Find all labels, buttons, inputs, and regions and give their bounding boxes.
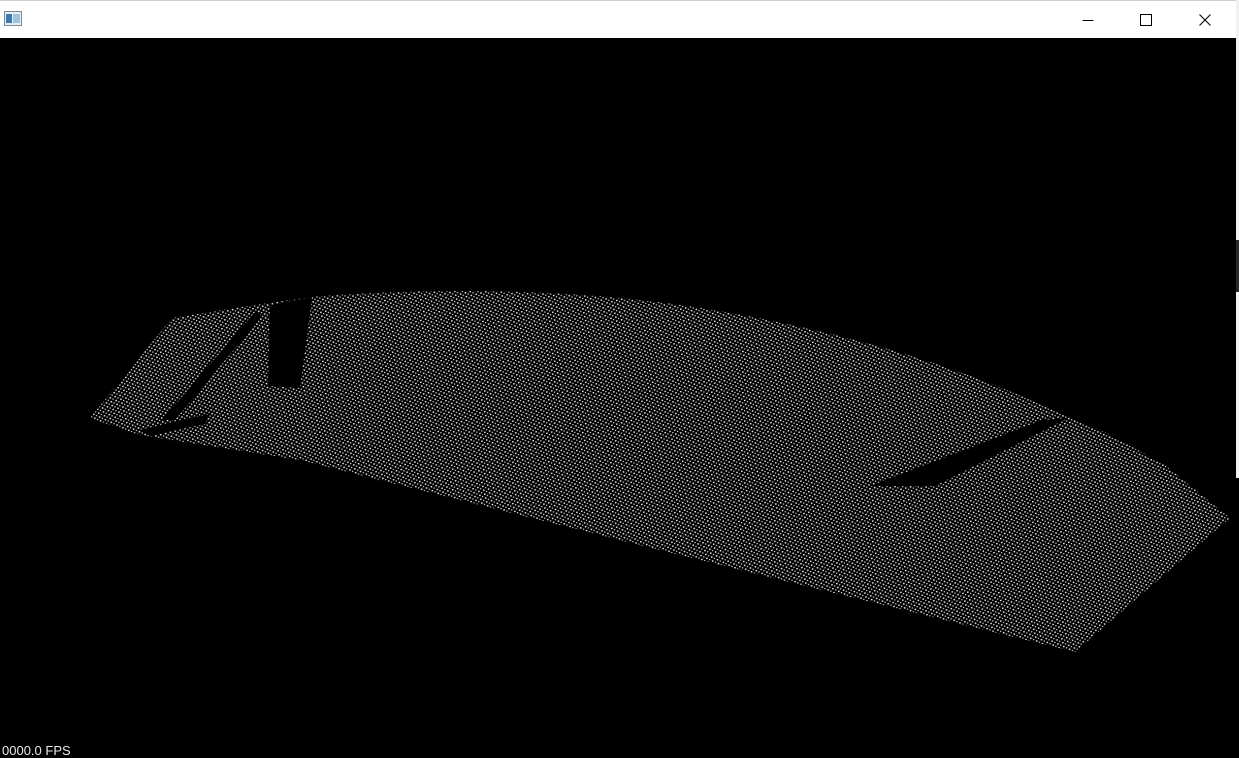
maximize-icon	[1140, 14, 1152, 26]
point-cloud	[90, 291, 1230, 652]
close-icon	[1199, 14, 1211, 26]
render-viewport[interactable]	[0, 38, 1236, 758]
fps-counter: 0000.0 FPS	[2, 743, 71, 758]
app-window: 0000.0 FPS	[0, 0, 1236, 758]
app-window-icon	[4, 11, 22, 26]
close-button[interactable]	[1176, 1, 1234, 39]
minimize-button[interactable]	[1059, 1, 1117, 39]
minimize-icon	[1082, 20, 1094, 21]
maximize-button[interactable]	[1117, 1, 1175, 39]
point-cloud-surface	[90, 291, 1230, 652]
title-bar[interactable]	[0, 0, 1236, 38]
